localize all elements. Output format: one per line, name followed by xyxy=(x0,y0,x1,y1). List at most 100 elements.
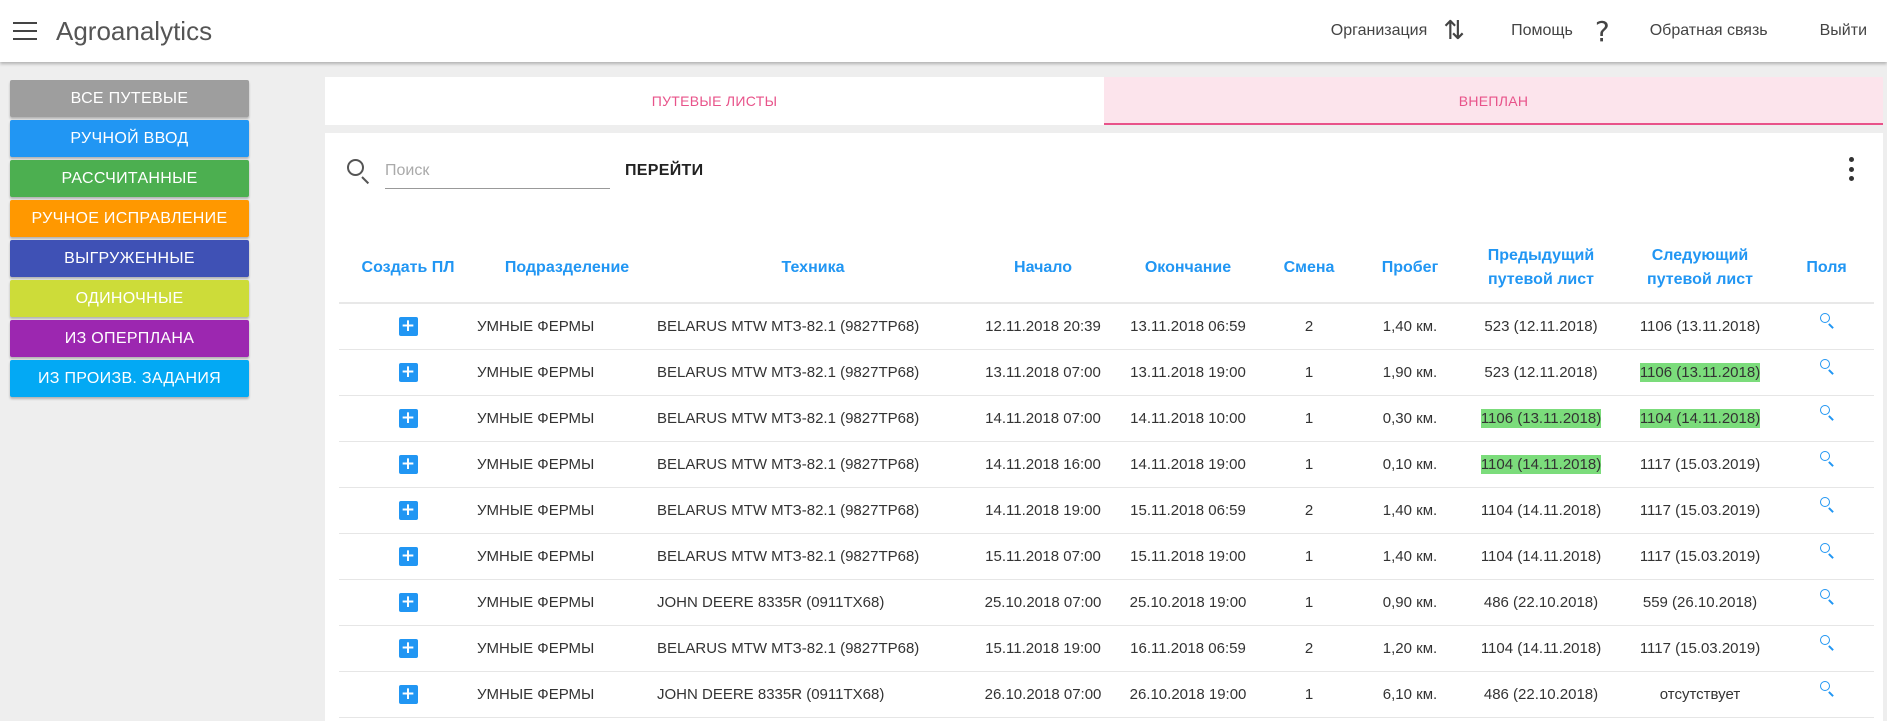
plus-icon[interactable]: + xyxy=(398,362,418,382)
table-row[interactable]: + УМНЫЕ ФЕРМЫ JOHN DEERE 8335R (0911ТХ68) 2… xyxy=(339,579,1874,626)
next-waybill-link[interactable]: 1117 (15.03.2019) xyxy=(1640,548,1760,565)
start-cell: 26.10.2018 07:00 xyxy=(969,671,1117,718)
division-cell: УМНЫЕ ФЕРМЫ xyxy=(477,671,657,718)
sidebar-item-single[interactable]: ОДИНОЧНЫЕ xyxy=(10,280,249,317)
magnifier-icon[interactable] xyxy=(1819,496,1835,513)
next-cell: 1117 (15.03.2019) xyxy=(1621,441,1779,488)
search-icon[interactable] xyxy=(345,157,373,185)
plus-icon[interactable]: + xyxy=(398,316,418,336)
kebab-icon[interactable] xyxy=(1849,157,1855,181)
go-button[interactable]: ПЕРЕЙТИ xyxy=(625,162,703,180)
mileage-cell: 1,20 км. xyxy=(1359,625,1461,672)
prev-cell: 1104 (14.11.2018) xyxy=(1461,625,1621,672)
sidebar-item-manual-input[interactable]: РУЧНОЙ ВВОД xyxy=(10,120,249,157)
plus-icon[interactable]: + xyxy=(398,592,418,612)
prev-waybill-link[interactable]: 486 (22.10.2018) xyxy=(1484,686,1598,703)
hamburger-icon[interactable] xyxy=(13,22,37,40)
help-link[interactable]: Помощь xyxy=(1511,22,1573,40)
table-row[interactable]: + УМНЫЕ ФЕРМЫ BELARUS MTW МТЗ-82.1 (9827ТР… xyxy=(339,441,1874,488)
sidebar-item-manual-fix[interactable]: РУЧНОЕ ИСПРАВЛЕНИЕ xyxy=(10,200,249,237)
main-card: ПЕРЕЙТИ Создать ПЛ Подразделение Техника… xyxy=(325,133,1883,721)
next-waybill-link[interactable]: 559 (26.10.2018) xyxy=(1643,594,1757,611)
create-cell: + xyxy=(339,671,477,718)
prev-waybill-link[interactable]: 1104 (14.11.2018) xyxy=(1481,640,1601,657)
prev-waybill-link[interactable]: 523 (12.11.2018) xyxy=(1484,318,1597,335)
next-cell: 1106 (13.11.2018) xyxy=(1621,303,1779,350)
next-waybill-link[interactable]: 1117 (15.03.2019) xyxy=(1640,456,1760,473)
end-cell: 14.11.2018 19:00 xyxy=(1117,441,1259,488)
table-row[interactable]: + УМНЫЕ ФЕРМЫ BELARUS MTW МТЗ-82.1 (9827ТР… xyxy=(339,487,1874,534)
table-row[interactable]: + УМНЫЕ ФЕРМЫ BELARUS MTW МТЗ-82.1 (9827ТР… xyxy=(339,533,1874,580)
plus-icon[interactable]: + xyxy=(398,638,418,658)
table-row[interactable]: + УМНЫЕ ФЕРМЫ BELARUS MTW МТЗ-82.1 (9827ТР… xyxy=(339,395,1874,442)
logout-link[interactable]: Выйти xyxy=(1820,22,1867,40)
create-cell: + xyxy=(339,441,477,488)
magnifier-icon[interactable] xyxy=(1819,358,1835,375)
create-cell: + xyxy=(339,395,477,442)
prev-waybill-link[interactable]: 523 (12.11.2018) xyxy=(1484,364,1597,381)
plus-icon[interactable]: + xyxy=(398,408,418,428)
table-row[interactable]: + УМНЫЕ ФЕРМЫ BELARUS MTW МТЗ-82.1 (9827ТР… xyxy=(339,303,1874,350)
tab-waybills[interactable]: ПУТЕВЫЕ ЛИСТЫ xyxy=(325,77,1104,125)
division-cell: УМНЫЕ ФЕРМЫ xyxy=(477,579,657,626)
magnifier-icon[interactable] xyxy=(1819,404,1835,421)
magnifier-icon[interactable] xyxy=(1819,542,1835,559)
start-cell: 12.11.2018 20:39 xyxy=(969,303,1117,350)
shift-cell: 1 xyxy=(1259,441,1359,488)
next-waybill-link[interactable]: 1106 (13.11.2018) xyxy=(1640,318,1760,335)
prev-cell: 1104 (14.11.2018) xyxy=(1461,441,1621,488)
sidebar-item-all[interactable]: ВСЕ ПУТЕВЫЕ xyxy=(10,80,249,117)
sidebar-item-operplan[interactable]: ИЗ ОПЕРПЛАНА xyxy=(10,320,249,357)
plus-icon[interactable]: + xyxy=(398,684,418,704)
swap-arrows-icon[interactable]: ⇅ xyxy=(1443,16,1465,46)
col-prev: Предыдущий путевой лист xyxy=(1461,233,1621,304)
col-mileage: Пробег xyxy=(1359,233,1461,304)
mileage-cell: 1,40 км. xyxy=(1359,487,1461,534)
tabs: ПУТЕВЫЕ ЛИСТЫ ВНЕПЛАН xyxy=(325,77,1883,125)
next-waybill-link[interactable]: 1104 (14.11.2018) xyxy=(1639,408,1761,428)
mileage-cell: 1,40 км. xyxy=(1359,303,1461,350)
end-cell: 14.11.2018 10:00 xyxy=(1117,395,1259,442)
prev-waybill-link[interactable]: 1106 (13.11.2018) xyxy=(1480,408,1602,428)
magnifier-icon[interactable] xyxy=(1819,312,1835,329)
end-cell: 15.11.2018 19:00 xyxy=(1117,533,1259,580)
machine-cell: BELARUS MTW МТЗ-82.1 (9827ТР68) xyxy=(657,487,969,534)
col-next-line2: путевой лист xyxy=(1647,270,1753,288)
magnifier-icon[interactable] xyxy=(1819,680,1835,697)
question-icon[interactable]: ? xyxy=(1595,15,1610,48)
col-create: Создать ПЛ xyxy=(339,233,477,304)
prev-cell: 1104 (14.11.2018) xyxy=(1461,533,1621,580)
col-end: Окончание xyxy=(1117,233,1259,304)
tab-unplanned[interactable]: ВНЕПЛАН xyxy=(1104,77,1883,125)
sidebar-item-production-task[interactable]: ИЗ ПРОИЗВ. ЗАДАНИЯ xyxy=(10,360,249,397)
next-waybill-link[interactable]: 1117 (15.03.2019) xyxy=(1640,640,1760,657)
next-waybill-link[interactable]: отсутствует xyxy=(1660,686,1740,703)
sidebar-item-calculated[interactable]: РАССЧИТАННЫЕ xyxy=(10,160,249,197)
shift-cell: 1 xyxy=(1259,395,1359,442)
next-waybill-link[interactable]: 1106 (13.11.2018) xyxy=(1639,362,1761,382)
prev-waybill-link[interactable]: 1104 (14.11.2018) xyxy=(1480,454,1602,474)
search-input[interactable] xyxy=(385,153,610,189)
next-cell: отсутствует xyxy=(1621,671,1779,718)
next-cell: 559 (26.10.2018) xyxy=(1621,579,1779,626)
col-prev-line2: путевой лист xyxy=(1488,270,1594,288)
prev-cell: 1106 (13.11.2018) xyxy=(1461,395,1621,442)
feedback-link[interactable]: Обратная связь xyxy=(1650,22,1768,40)
next-waybill-link[interactable]: 1117 (15.03.2019) xyxy=(1640,502,1760,519)
prev-waybill-link[interactable]: 1104 (14.11.2018) xyxy=(1481,502,1601,519)
prev-waybill-link[interactable]: 486 (22.10.2018) xyxy=(1484,594,1598,611)
organization-link[interactable]: Организация xyxy=(1331,22,1428,40)
create-cell: + xyxy=(339,303,477,350)
plus-icon[interactable]: + xyxy=(398,546,418,566)
plus-icon[interactable]: + xyxy=(398,500,418,520)
table-row[interactable]: + УМНЫЕ ФЕРМЫ JOHN DEERE 8335R (0911ТХ68) 2… xyxy=(339,671,1874,718)
prev-waybill-link[interactable]: 1104 (14.11.2018) xyxy=(1481,548,1601,565)
magnifier-icon[interactable] xyxy=(1819,588,1835,605)
plus-icon[interactable]: + xyxy=(398,454,418,474)
mileage-cell: 1,90 км. xyxy=(1359,349,1461,396)
sidebar-item-exported[interactable]: ВЫГРУЖЕННЫЕ xyxy=(10,240,249,277)
table-row[interactable]: + УМНЫЕ ФЕРМЫ BELARUS MTW МТЗ-82.1 (9827ТР… xyxy=(339,349,1874,396)
magnifier-icon[interactable] xyxy=(1819,450,1835,467)
table-row[interactable]: + УМНЫЕ ФЕРМЫ BELARUS MTW МТЗ-82.1 (9827ТР… xyxy=(339,625,1874,672)
magnifier-icon[interactable] xyxy=(1819,634,1835,651)
